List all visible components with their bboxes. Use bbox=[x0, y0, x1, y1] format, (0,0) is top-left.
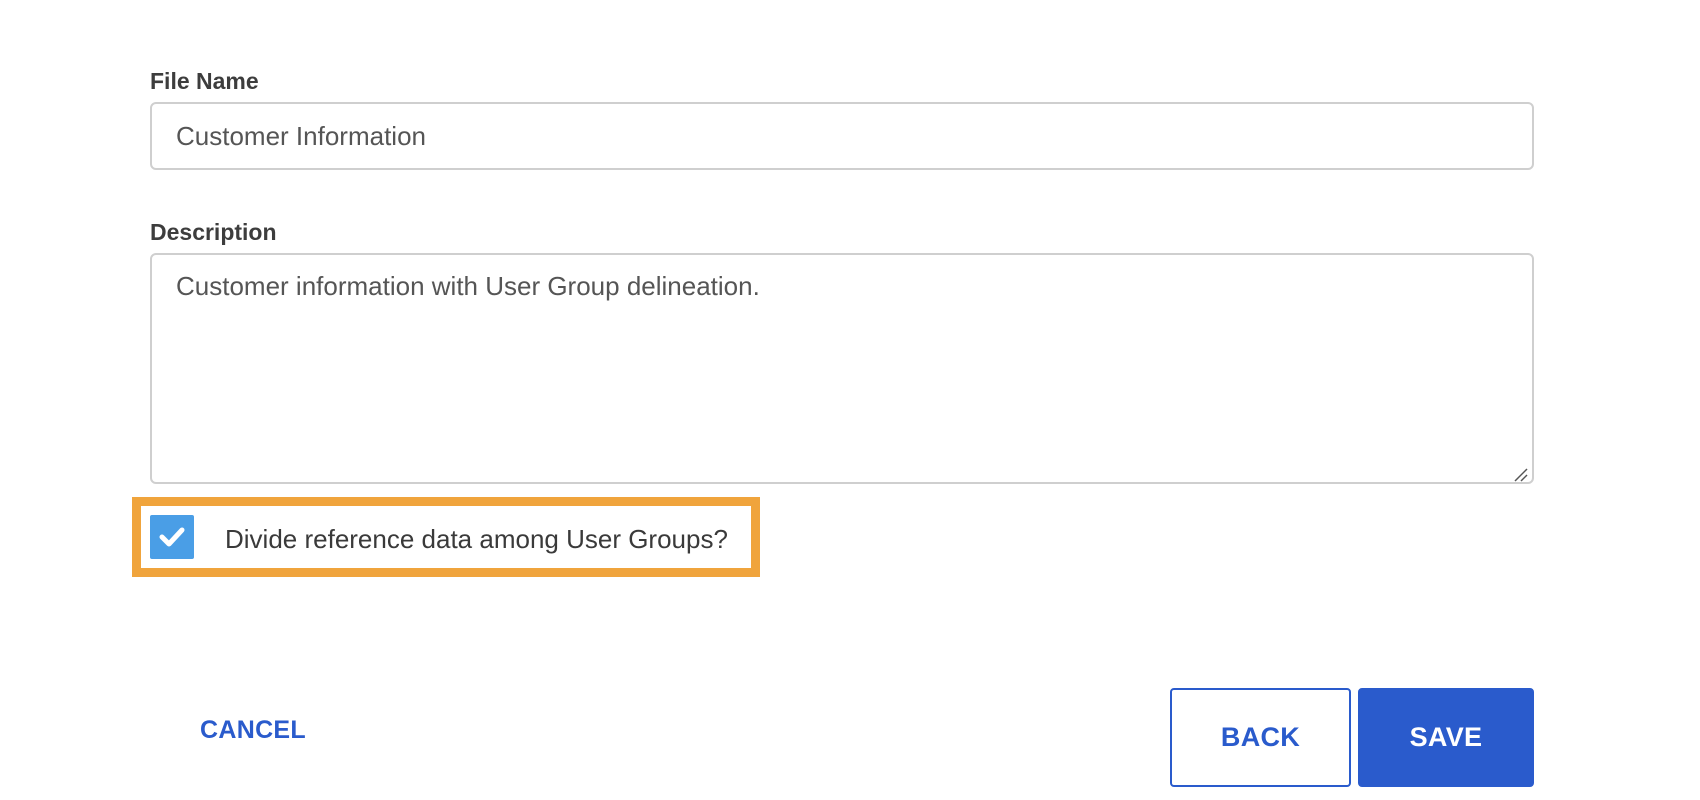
description-label: Description bbox=[150, 219, 277, 245]
cancel-button[interactable]: CANCEL bbox=[200, 716, 306, 745]
save-button[interactable]: SAVE bbox=[1358, 688, 1534, 787]
back-button[interactable]: BACK bbox=[1170, 688, 1351, 787]
divide-reference-data-checkbox[interactable] bbox=[150, 515, 194, 559]
resize-handle-icon[interactable] bbox=[1512, 466, 1528, 482]
check-icon bbox=[159, 527, 185, 547]
divide-reference-data-label[interactable]: Divide reference data among User Groups? bbox=[225, 524, 728, 555]
file-name-input[interactable] bbox=[150, 102, 1534, 170]
file-details-form: File Name Description Customer informati… bbox=[0, 0, 1700, 800]
file-name-label: File Name bbox=[150, 68, 259, 94]
description-textarea[interactable]: Customer information with User Group del… bbox=[150, 253, 1534, 484]
